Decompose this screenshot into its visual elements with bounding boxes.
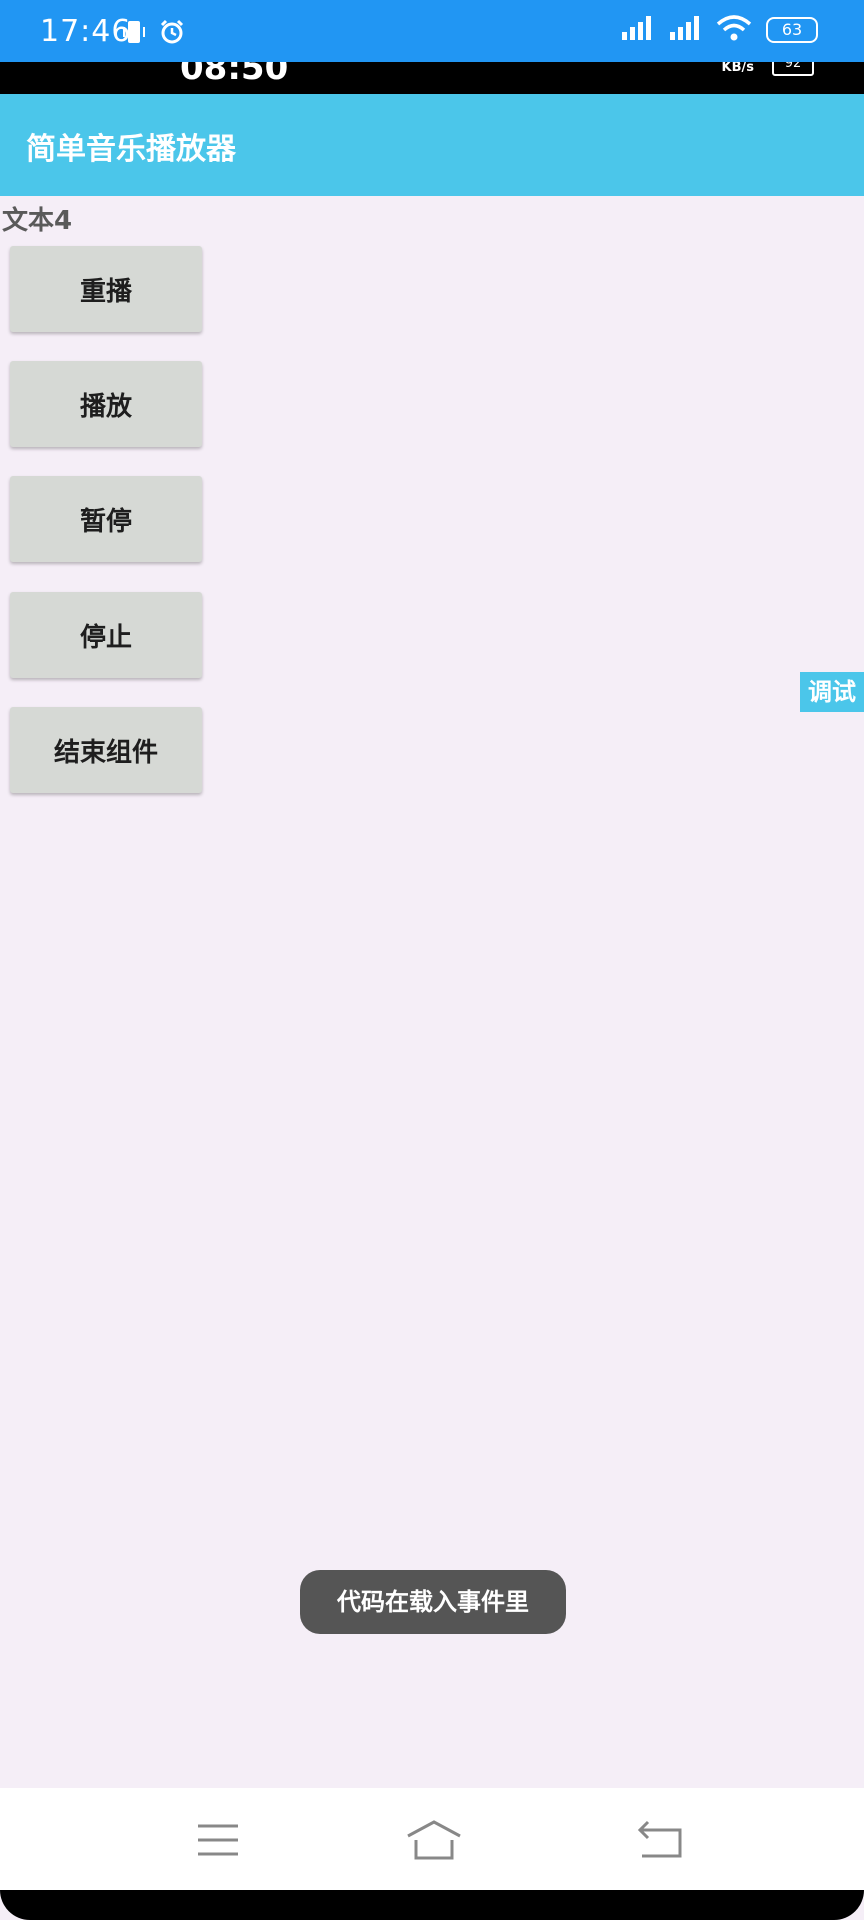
signal-icon xyxy=(668,14,702,46)
play-button[interactable]: 播放 xyxy=(10,361,202,447)
finish-component-button[interactable]: 结束组件 xyxy=(10,707,202,793)
device-bottom-edge xyxy=(0,1890,864,1920)
battery-icon: 63 xyxy=(766,17,818,43)
debug-tab[interactable]: 调试 xyxy=(800,672,864,712)
navigation-bar xyxy=(0,1788,864,1890)
inner-status-bar: 08:50 KB/s 92 xyxy=(0,62,864,94)
inner-status-time: 08:50 xyxy=(180,62,289,88)
signal-icon xyxy=(620,14,654,46)
status-bar: 17:46 63 xyxy=(0,0,864,62)
toast-message: 代码在载入事件里 xyxy=(300,1570,566,1634)
app-title: 简单音乐播放器 xyxy=(26,132,236,167)
vibrate-icon xyxy=(120,18,148,50)
status-time: 17:46 xyxy=(40,14,132,49)
status-right-icons: 63 xyxy=(620,14,818,46)
wifi-icon xyxy=(716,14,752,46)
inner-network-speed: KB/s xyxy=(721,62,754,75)
inner-battery-icon: 92 xyxy=(772,62,814,76)
screen: 17:46 63 08:50 KB/s 92 简单音乐播放器 文本4 重播 播放… xyxy=(0,0,864,1920)
app-bar: 简单音乐播放器 xyxy=(0,94,864,196)
home-icon[interactable] xyxy=(404,1818,464,1862)
replay-button[interactable]: 重播 xyxy=(10,246,202,332)
status-left-icons xyxy=(120,18,186,50)
menu-icon[interactable] xyxy=(188,1818,248,1862)
alarm-icon xyxy=(158,18,186,50)
back-icon[interactable] xyxy=(632,1818,692,1862)
stop-button[interactable]: 停止 xyxy=(10,592,202,678)
text-label: 文本4 xyxy=(2,206,73,236)
pause-button[interactable]: 暂停 xyxy=(10,476,202,562)
